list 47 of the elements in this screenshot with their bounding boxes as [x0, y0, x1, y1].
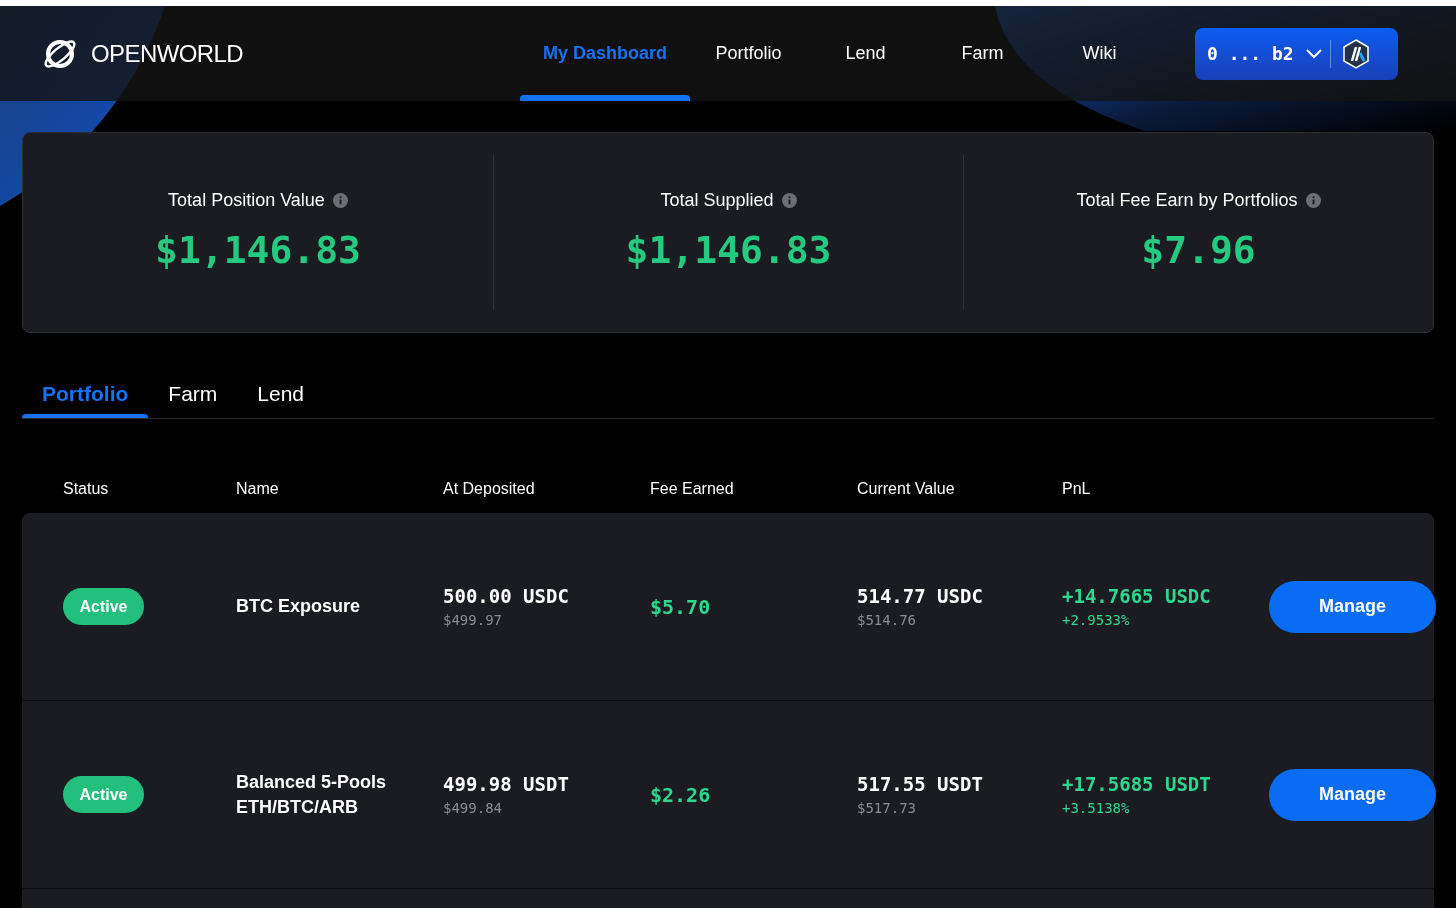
nav-link[interactable]: Portfolio — [690, 6, 807, 101]
column-header: Current Value — [857, 479, 956, 499]
info-icon[interactable] — [1305, 192, 1321, 208]
current-amount: 514.77 USDC — [857, 583, 984, 609]
deposited-usd: $499.97 — [443, 611, 503, 631]
pnl-amount: +17.5685 USDT — [1062, 771, 1212, 797]
fee-earned: $5.70 — [650, 593, 712, 621]
pnl-percent: +2.9533% — [1062, 611, 1131, 631]
stat-value: $1,146.83 — [625, 226, 832, 274]
nav-link[interactable]: Wiki — [1041, 6, 1158, 101]
current-usd: $517.73 — [857, 799, 917, 819]
deposited-amount: 500.00 USDC — [443, 583, 570, 609]
pnl-percent: +3.5138% — [1062, 799, 1131, 819]
column-header: At Deposited — [443, 479, 536, 499]
info-icon[interactable] — [332, 192, 348, 208]
tab[interactable]: Lend — [237, 369, 325, 418]
logo-text: OPENWORLD — [91, 38, 243, 69]
column-header: PnL — [1062, 479, 1092, 499]
chevron-down-icon — [1305, 48, 1322, 59]
network-icon — [1342, 38, 1369, 69]
tab[interactable]: Portfolio — [22, 369, 149, 418]
current-usd: $514.76 — [857, 611, 917, 631]
stat-label: Total Position Value — [168, 188, 325, 212]
tab[interactable]: Farm — [148, 369, 238, 418]
pnl-amount: +14.7665 USDC — [1062, 583, 1212, 609]
portfolio-name: Balanced 5-Pools ETH/BTC/ARB — [236, 770, 388, 819]
deposited-amount: 499.98 USDT — [443, 771, 570, 797]
stat-label: Total Fee Earn by Portfolios — [1076, 188, 1298, 212]
stat-value: $7.96 — [1141, 226, 1256, 274]
wallet-button[interactable]: 0 ... b2 — [1195, 27, 1398, 80]
deposited-usd: $499.84 — [443, 799, 503, 819]
column-header: Name — [236, 479, 280, 499]
status-badge: Active — [63, 776, 144, 813]
stat-value: $1,146.83 — [155, 226, 361, 274]
stat-label: Total Supplied — [660, 188, 774, 212]
status-badge: Active — [63, 588, 144, 625]
info-icon[interactable] — [781, 192, 797, 208]
nav-link[interactable]: Lend — [807, 6, 924, 101]
manage-button[interactable]: Manage — [1269, 580, 1436, 633]
current-amount: 517.55 USDT — [857, 771, 984, 797]
fee-earned: $2.26 — [650, 781, 712, 809]
nav-link[interactable]: My Dashboard — [520, 6, 690, 101]
nav-link[interactable]: Farm — [924, 6, 1041, 101]
portfolio-name: BTC Exposure — [236, 595, 362, 618]
column-header: Status — [63, 479, 110, 499]
column-header: Fee Earned — [650, 479, 735, 499]
manage-button[interactable]: Manage — [1269, 768, 1436, 821]
